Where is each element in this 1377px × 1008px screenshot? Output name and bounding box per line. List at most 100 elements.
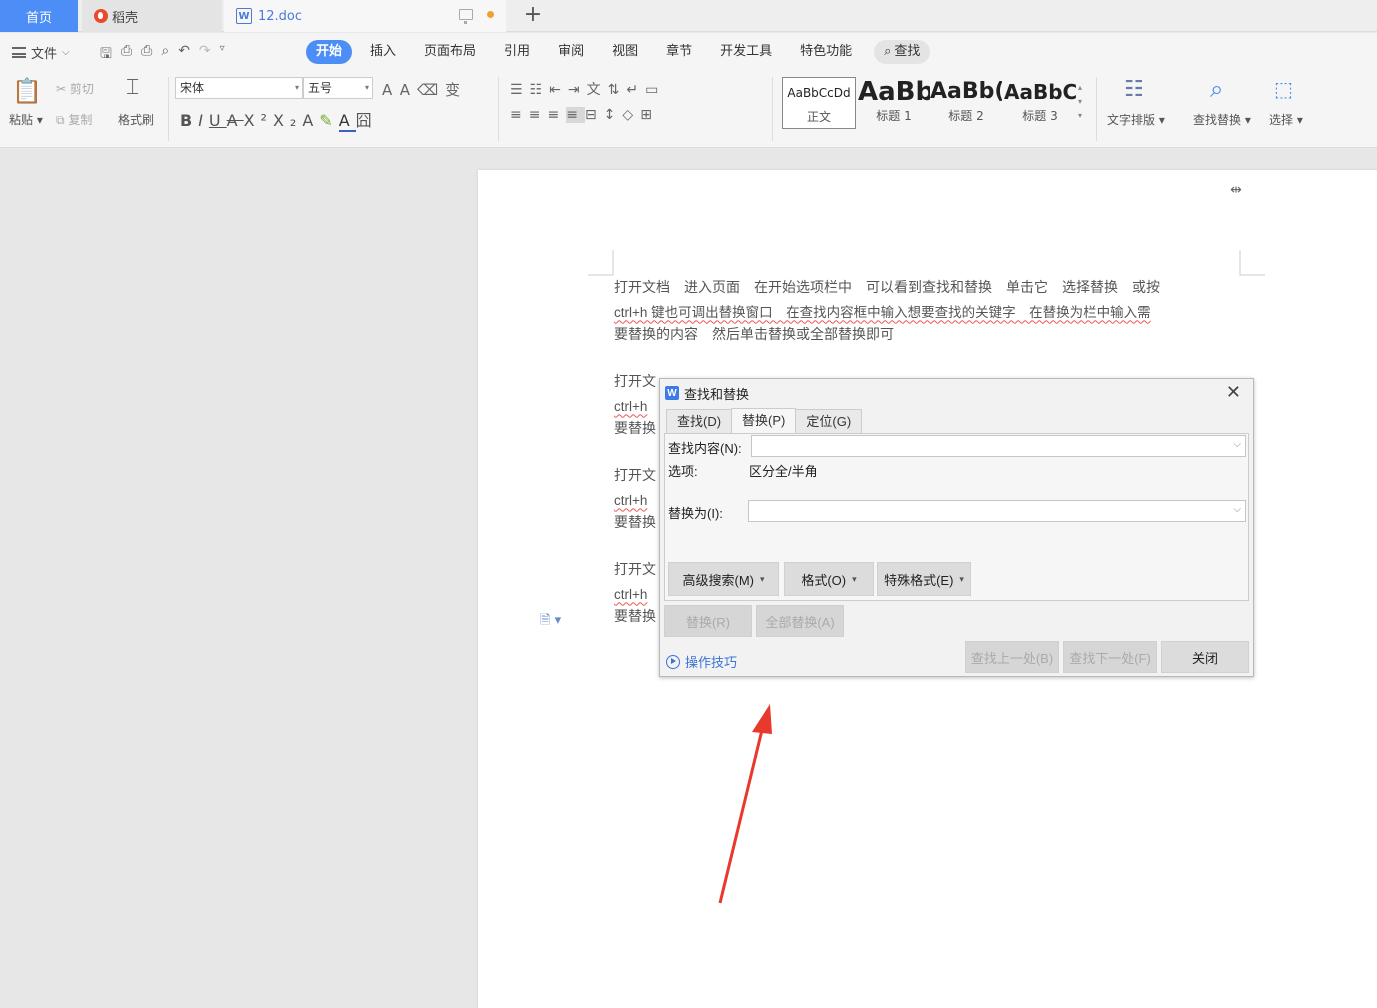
output-pdf-icon[interactable]: ⎙ — [121, 43, 132, 67]
increase-font-icon[interactable]: A — [382, 81, 400, 99]
tab-goto[interactable]: 定位(G) — [795, 409, 863, 433]
paste-button[interactable]: 粘贴 ▾ — [9, 111, 43, 128]
special-format-button[interactable]: 特殊格式(E) ▾ — [877, 562, 971, 596]
chevron-down-icon[interactable]: ⌵ — [1233, 504, 1241, 515]
numbered-list-icon[interactable]: ☷ — [530, 82, 550, 98]
print-preview-icon[interactable]: ⌕ — [161, 43, 169, 67]
text-line-content: ctrl+h — [614, 398, 648, 414]
borders-icon[interactable]: ⊞ — [640, 107, 659, 123]
advanced-search-button[interactable]: 高级搜索(M) ▾ — [668, 562, 779, 596]
subscript-icon[interactable]: X₂ — [273, 111, 302, 130]
tab-chapter[interactable]: 章节 — [652, 40, 706, 64]
dialog-titlebar[interactable]: W 查找和替换 ✕ — [660, 379, 1253, 407]
tab-start[interactable]: 开始 — [306, 40, 353, 64]
char-border-icon[interactable]: 囧 — [356, 111, 378, 130]
menu-search-button[interactable]: ⌕ 查找 — [874, 40, 931, 64]
bold-icon[interactable]: B — [180, 111, 198, 130]
document-paragraph[interactable]: 打开文档 进入页面 在开始选项栏中 可以看到查找和替换 单击它 选择替换 或按 … — [614, 277, 1244, 348]
tab-home[interactable]: 首页 — [0, 0, 78, 32]
font-name-value: 宋体 — [180, 81, 205, 95]
strikethrough-icon[interactable]: A — [227, 111, 244, 130]
increase-indent-icon[interactable]: ⇥ — [568, 82, 587, 98]
clear-format-icon[interactable]: ⌫ — [417, 81, 445, 99]
close-icon[interactable]: ✕ — [1226, 382, 1241, 403]
text-layout-icon[interactable]: ☷ — [1124, 77, 1144, 102]
font-name-select[interactable]: 宋体 ▾ — [175, 77, 303, 99]
show-marks-icon[interactable]: ↵ — [626, 82, 645, 98]
tab-review[interactable]: 审阅 — [544, 40, 598, 64]
format-button[interactable]: 格式(O) ▾ — [784, 562, 874, 596]
paste-icon[interactable]: 📋 — [12, 77, 42, 105]
tab-references[interactable]: 引用 — [490, 40, 544, 64]
redo-icon[interactable]: ↷ — [199, 43, 211, 67]
text-layout-button[interactable]: 文字排版 ▾ — [1107, 111, 1165, 128]
style-heading-3[interactable]: AaBbC( 标题 3 — [1004, 77, 1076, 129]
format-painter-icon[interactable]: ⌶ — [126, 75, 139, 100]
sort-icon[interactable]: ⇅ — [608, 82, 627, 98]
bullet-list-icon[interactable]: ☰ — [510, 82, 530, 98]
distribute-icon[interactable]: ⊟ — [585, 107, 604, 123]
chevron-down-icon[interactable]: ⌵ — [1233, 439, 1241, 450]
replace-button[interactable]: 替换(R) — [664, 605, 752, 637]
tips-link[interactable]: 操作技巧 — [666, 652, 737, 671]
align-right-icon[interactable]: ≡ — [547, 107, 566, 123]
save-icon[interactable]: 🖫 — [100, 43, 112, 67]
cut-button[interactable]: ✂ 剪切 — [56, 80, 94, 97]
replace-input[interactable]: ⌵ — [748, 500, 1246, 522]
superscript-icon[interactable]: X² — [244, 111, 273, 130]
text-effect-icon[interactable]: A — [302, 111, 319, 130]
underline-icon[interactable]: U — [209, 111, 227, 130]
find-replace-icon[interactable]: ⌕ — [1210, 75, 1223, 103]
decrease-indent-icon[interactable]: ⇤ — [549, 82, 568, 98]
close-button[interactable]: 关闭 — [1161, 641, 1249, 673]
format-painter-button[interactable]: 格式刷 — [118, 111, 154, 128]
customize-toolbar-icon[interactable]: ▿ — [220, 43, 225, 67]
find-label: 查找内容(N): — [668, 441, 742, 456]
shading-icon[interactable]: ◇ — [622, 107, 640, 123]
find-next-button[interactable]: 查找下一处(F) — [1063, 641, 1157, 673]
text-line-content: ctrl+h 键也可调出替换窗口 在查找内容框中输入想要查找的关键字 在替换为栏… — [614, 304, 1151, 320]
replace-all-button[interactable]: 全部替换(A) — [756, 605, 844, 637]
styles-scroll-icon[interactable]: ▴ ▾ ▾ — [1078, 81, 1082, 123]
chinese-layout-icon[interactable]: 文 — [587, 82, 608, 98]
tab-daoke[interactable]: 稻壳 — [82, 0, 222, 32]
tab-page-layout[interactable]: 页面布局 — [410, 40, 490, 64]
select-button[interactable]: 选择 ▾ — [1269, 111, 1303, 128]
align-left-icon[interactable]: ≡ — [510, 107, 529, 123]
style-normal[interactable]: AaBbCcDd 正文 — [782, 77, 856, 129]
print-icon[interactable]: ⎙ — [141, 43, 152, 67]
text-line: 打开文档 进入页面 在开始选项栏中 可以看到查找和替换 单击它 选择替换 或按 — [614, 280, 1160, 296]
tab-developer[interactable]: 开发工具 — [706, 40, 786, 64]
copy-button[interactable]: ⧉ 复制 — [56, 111, 92, 128]
tab-view[interactable]: 视图 — [598, 40, 652, 64]
page-width-icon[interactable]: ⇹ — [1223, 177, 1249, 203]
monitor-icon[interactable] — [459, 9, 473, 24]
highlight-icon[interactable]: ✎ — [319, 111, 338, 130]
paragraph-layout-icon[interactable]: 🗎 ▾ — [540, 611, 561, 633]
tab-document[interactable]: W 12.doc — [224, 0, 506, 32]
tab-insert[interactable]: 插入 — [356, 40, 410, 64]
find-replace-button[interactable]: 查找替换 ▾ — [1193, 111, 1251, 128]
find-previous-button[interactable]: 查找上一处(B) — [965, 641, 1059, 673]
italic-icon[interactable]: I — [198, 111, 209, 130]
file-menu[interactable]: 文件 ⌵ — [12, 43, 70, 62]
table-tool-icon[interactable]: ▭ — [645, 82, 665, 98]
line-spacing-icon[interactable]: ↕ — [604, 107, 623, 123]
tab-find[interactable]: 查找(D) — [666, 409, 733, 433]
style-heading-2[interactable]: AaBb( 标题 2 — [930, 77, 1002, 129]
font-color-icon[interactable]: A — [338, 111, 356, 132]
justify-icon[interactable]: ≡ — [566, 107, 585, 123]
style-heading-1[interactable]: AaBb 标题 1 — [858, 77, 930, 129]
undo-icon[interactable]: ↶ — [178, 43, 190, 67]
hamburger-icon — [12, 47, 26, 58]
new-tab-button[interactable]: + — [520, 2, 546, 28]
tab-replace[interactable]: 替换(P) — [731, 408, 797, 434]
tab-features[interactable]: 特色功能 — [786, 40, 866, 64]
dialog-title: 查找和替换 — [684, 386, 750, 402]
align-center-icon[interactable]: ≡ — [529, 107, 548, 123]
select-icon[interactable]: ⬚ — [1274, 77, 1293, 101]
phonetic-icon[interactable]: 变 — [445, 81, 467, 99]
decrease-font-icon[interactable]: A — [400, 81, 417, 99]
find-input[interactable]: ⌵ — [751, 435, 1246, 457]
font-size-select[interactable]: 五号 ▾ — [303, 77, 373, 99]
